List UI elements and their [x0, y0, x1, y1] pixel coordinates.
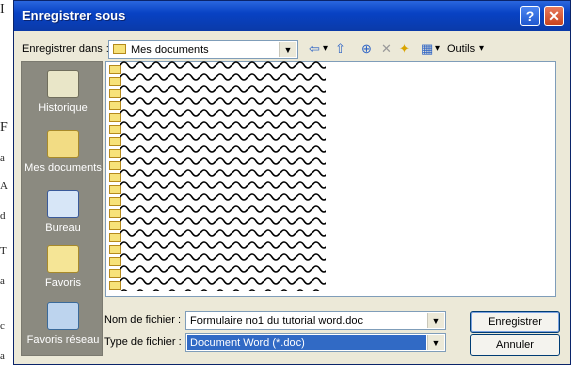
bg-letter: a — [0, 152, 5, 164]
filetype-label: Type de fichier : — [104, 336, 182, 348]
close-button[interactable]: ✕ — [544, 6, 564, 26]
place-label: Favoris réseau — [26, 334, 100, 346]
bg-letter: A — [0, 180, 8, 192]
history-icon — [47, 70, 79, 98]
places-bar: Historique Mes documents Bureau Favoris … — [21, 61, 103, 356]
search-web-icon[interactable]: ⊕ — [361, 41, 372, 57]
save-in-value: Mes documents — [131, 44, 209, 56]
delete-icon[interactable]: ✕ — [381, 41, 392, 57]
back-dropdown-icon[interactable]: ▾ — [323, 41, 328, 57]
tools-menu[interactable]: Outils — [447, 41, 475, 57]
place-history[interactable]: Historique — [22, 70, 104, 114]
save-in-combo[interactable]: Mes documents ▼ — [108, 40, 298, 59]
filename-input[interactable]: Formulaire no1 du tutorial word.doc ▼ — [185, 311, 446, 330]
place-my-documents[interactable]: Mes documents — [22, 130, 104, 174]
bg-letter: T — [0, 245, 7, 257]
place-label: Bureau — [45, 222, 81, 234]
bg-letter: a — [0, 350, 5, 362]
dialog-title: Enregistrer sous — [22, 8, 126, 23]
documents-folder-icon — [47, 130, 79, 158]
filetype-value: Document Word (*.doc) — [190, 337, 305, 349]
favorites-icon — [47, 245, 79, 273]
desktop-icon — [47, 190, 79, 218]
place-label: Mes documents — [24, 162, 102, 174]
place-desktop[interactable]: Bureau — [22, 190, 104, 234]
place-favorites[interactable]: Favoris — [22, 245, 104, 289]
filename-value: Formulaire no1 du tutorial word.doc — [190, 315, 364, 327]
chevron-down-icon[interactable]: ▼ — [427, 335, 444, 350]
title-bar[interactable]: Enregistrer sous ? ✕ — [14, 1, 570, 31]
views-dropdown-icon[interactable]: ▾ — [435, 41, 440, 57]
bg-letter: c — [0, 320, 5, 332]
up-folder-icon[interactable]: ⇧ — [335, 41, 346, 57]
network-icon — [47, 302, 79, 330]
folder-icon — [113, 44, 126, 54]
views-icon[interactable]: ▦ — [421, 41, 433, 57]
new-folder-icon[interactable]: ✦ — [399, 41, 410, 57]
filetype-select[interactable]: Document Word (*.doc) ▼ — [185, 333, 446, 352]
chevron-down-icon[interactable]: ▼ — [279, 42, 296, 57]
bg-letter: I — [0, 2, 5, 17]
filename-label: Nom de fichier : — [104, 314, 182, 326]
place-network[interactable]: Favoris réseau — [22, 302, 104, 346]
bg-letter: F — [0, 120, 8, 135]
redaction-scribble — [120, 59, 326, 291]
bg-letter: a — [0, 275, 5, 287]
tools-dropdown-icon[interactable]: ▾ — [479, 41, 484, 57]
save-button[interactable]: Enregistrer — [470, 311, 560, 333]
save-as-dialog: Enregistrer sous ? ✕ Enregistrer dans : … — [13, 0, 571, 365]
back-icon[interactable]: ⇦ — [309, 41, 320, 57]
cancel-button[interactable]: Annuler — [470, 334, 560, 356]
place-label: Favoris — [44, 277, 82, 289]
save-in-label: Enregistrer dans : — [22, 43, 109, 55]
help-button[interactable]: ? — [520, 6, 540, 26]
bg-letter: d — [0, 210, 6, 222]
chevron-down-icon[interactable]: ▼ — [427, 313, 444, 328]
place-label: Historique — [38, 102, 88, 114]
